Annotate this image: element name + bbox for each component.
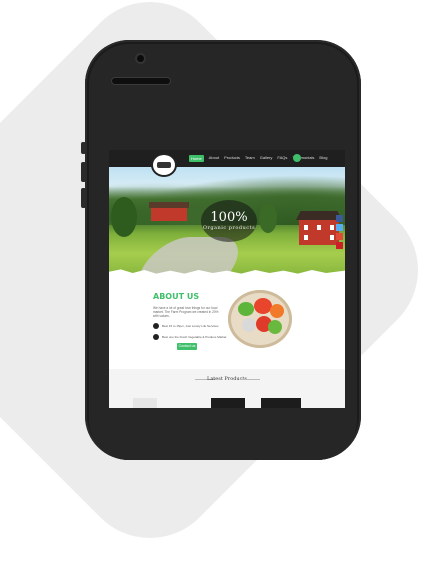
divider-line-right (240, 379, 260, 380)
facebook-icon[interactable] (336, 215, 343, 222)
top-navigation-bar: Home About Products Team Gallery FAQs Te… (109, 150, 345, 167)
mute-switch (81, 142, 86, 154)
hero-subtitle: Organic products (202, 225, 256, 231)
twitter-icon[interactable] (336, 224, 343, 231)
check-icon (153, 334, 159, 340)
nav-item-about[interactable]: About (209, 155, 219, 162)
nav-item-products[interactable]: Products (224, 155, 240, 162)
red-farmhouse-right (296, 211, 342, 245)
product-thumbnail[interactable] (261, 398, 301, 408)
hero-title: 100% (210, 210, 248, 225)
veg-garlic (242, 318, 256, 332)
social-links (336, 215, 343, 249)
speaker-grille (112, 78, 170, 84)
nav-item-faqs[interactable]: FAQs (277, 155, 287, 162)
nav-item-gallery[interactable]: Gallery (260, 155, 273, 162)
hero-banner: 100% Organic products (109, 167, 345, 277)
veg-green-pepper (238, 302, 254, 316)
about-list-item: Best 15 to 15pm, Just Lovely Life Servic… (153, 323, 226, 329)
veg-tomato (270, 304, 284, 318)
about-list: Best 15 to 15pm, Just Lovely Life Servic… (153, 323, 226, 340)
nav-item-team[interactable]: Team (245, 155, 255, 162)
country-road (137, 237, 251, 277)
veg-cucumber (268, 320, 282, 334)
volume-down-button (81, 188, 86, 208)
phone-screen: Home About Products Team Gallery FAQs Te… (109, 150, 345, 408)
about-title: ABOUT US (153, 292, 200, 301)
pinterest-icon[interactable] (336, 242, 343, 249)
tractor-icon (157, 162, 171, 168)
volume-up-button (81, 162, 86, 182)
nav-item-blog[interactable]: Blog (319, 155, 327, 162)
vegetable-bowl-image (228, 290, 292, 348)
product-thumbnail[interactable] (211, 398, 245, 408)
main-nav: Home About Products Team Gallery FAQs Te… (189, 155, 327, 162)
latest-products-title: Latest Products (207, 376, 247, 382)
nav-item-home[interactable]: Home (189, 155, 204, 162)
search-icon[interactable] (293, 154, 301, 162)
about-item-text: Best one the Fresh Vegetable & Produce M… (162, 335, 227, 339)
product-thumbnail[interactable] (133, 398, 157, 408)
site-logo[interactable] (151, 153, 177, 177)
check-icon (153, 323, 159, 329)
about-list-item: Best one the Fresh Vegetable & Produce M… (153, 334, 226, 340)
tree-left (111, 197, 137, 237)
camera-icon (137, 55, 144, 62)
contact-button[interactable]: Contact us (177, 343, 197, 350)
red-barn-left (149, 202, 189, 221)
google-plus-icon[interactable] (336, 233, 343, 240)
about-text: We have a lot of great love things for o… (153, 306, 219, 318)
about-item-text: Best 15 to 15pm, Just Lovely Life Servic… (162, 324, 219, 328)
